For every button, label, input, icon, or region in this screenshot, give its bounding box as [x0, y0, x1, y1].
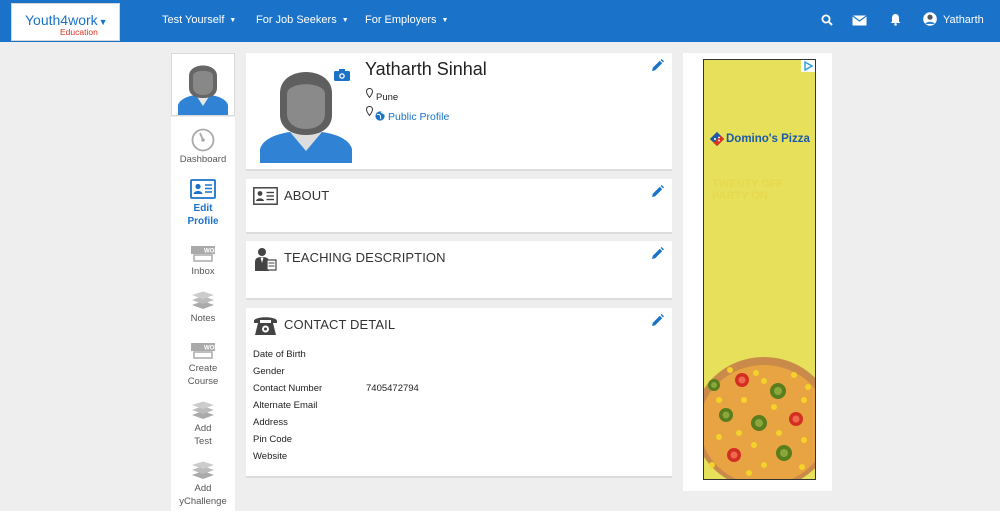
ad-faint-text: TWENTY OFF PARTY ON: [712, 178, 784, 202]
svg-text:WORK: WORK: [204, 249, 217, 255]
ad-brand-text: Domino's Pizza: [726, 133, 810, 145]
profile-name: Yatharth Sinhal: [365, 59, 487, 79]
nav-for-employers-label: For Employers: [365, 14, 437, 26]
profile-card: Yatharth Sinhal Pune Public Profile: [246, 53, 672, 171]
nav-for-job-seekers-label: For Job Seekers: [256, 14, 337, 26]
sidebar-item-label: Add Test: [194, 423, 212, 447]
search-icon[interactable]: [821, 14, 833, 26]
contact-value-number: 7405472794: [366, 383, 419, 394]
user-avatar-icon[interactable]: [923, 12, 937, 26]
map-pin-icon: [365, 87, 374, 99]
contact-label-website: Website: [253, 451, 288, 462]
nav-for-job-seekers[interactable]: For Job Seekers ▼: [256, 14, 349, 26]
dominos-logo-icon: [710, 132, 724, 146]
map-pin-icon: [365, 105, 374, 117]
sidebar-item-create-course[interactable]: WORK Create Course: [171, 341, 235, 388]
nav-test-yourself[interactable]: Test Yourself ▼: [162, 14, 236, 26]
adchoices-icon[interactable]: [801, 60, 815, 72]
ad-banner[interactable]: Domino's Pizza TWENTY OFF PARTY ON: [703, 59, 816, 480]
contact-label-gender: Gender: [253, 366, 285, 377]
sidebar-item-dashboard[interactable]: Dashboard: [171, 128, 235, 167]
top-navbar: Youth4work▼ Education Test Yourself ▼ For…: [0, 0, 1000, 42]
ad-panel: Domino's Pizza TWENTY OFF PARTY ON: [683, 53, 832, 491]
telephone-icon: [254, 317, 277, 335]
id-card-icon: [190, 179, 216, 199]
contact-label-dob: Date of Birth: [253, 349, 306, 360]
contact-label-number: Contact Number: [253, 383, 323, 394]
id-card-icon: [253, 187, 278, 205]
teaching-description-card: TEACHING DESCRIPTION: [246, 241, 672, 300]
public-profile-label: Public Profile: [388, 111, 450, 123]
mail-icon[interactable]: [852, 15, 867, 26]
site-logo[interactable]: Youth4work▼ Education: [11, 3, 120, 41]
caret-down-icon: ▼: [341, 17, 349, 24]
teacher-icon: [255, 248, 277, 271]
sidebar-item-edit-profile[interactable]: Edit Profile: [171, 179, 235, 228]
contact-label-pin-code: Pin Code: [253, 434, 293, 445]
avatar: [178, 65, 228, 115]
contact-detail-title: CONTACT DETAIL: [284, 317, 396, 332]
sidebar-item-add-ychallenge[interactable]: Add yChallenge: [171, 461, 235, 508]
globe-icon: [375, 111, 385, 121]
contact-detail-card: CONTACT DETAIL Date of Birth Gender Cont…: [246, 308, 672, 478]
svg-text:WORK: WORK: [204, 346, 217, 352]
edit-pencil-icon[interactable]: [651, 59, 664, 72]
location-row: Pune: [365, 87, 399, 103]
about-card: ABOUT: [246, 179, 672, 234]
left-sidebar: Dashboard Edit Profile WORK Inbox Notes: [171, 117, 235, 511]
sidebar-item-label: Inbox: [191, 266, 215, 277]
caret-down-icon: ▼: [98, 17, 108, 27]
logo-sub-text: Education: [60, 27, 98, 37]
caret-down-icon: ▼: [229, 17, 237, 24]
pizza-image: [704, 357, 815, 479]
teaching-description-title: TEACHING DESCRIPTION: [284, 250, 446, 265]
sidebar-item-add-test[interactable]: Add Test: [171, 401, 235, 448]
course-icon: WORK: [191, 343, 217, 359]
sidebar-item-label: Dashboard: [179, 154, 227, 165]
sidebar-avatar[interactable]: [171, 53, 235, 116]
sidebar-item-label: Create Course: [187, 363, 219, 387]
books-icon: [192, 461, 214, 479]
camera-icon[interactable]: [334, 69, 350, 81]
books-icon: [192, 401, 214, 419]
contact-label-address: Address: [253, 417, 288, 428]
about-title: ABOUT: [284, 188, 330, 203]
logo-main-text: Youth4work: [25, 12, 98, 28]
sidebar-item-label: Notes: [190, 313, 216, 324]
sidebar-item-notes[interactable]: Notes: [171, 291, 235, 326]
user-menu-name[interactable]: Yatharth: [943, 14, 984, 26]
books-icon: [192, 291, 214, 309]
contact-label-alt-email: Alternate Email: [253, 400, 318, 411]
edit-pencil-icon[interactable]: [651, 247, 664, 260]
bell-icon[interactable]: [890, 13, 901, 26]
sidebar-item-label: Edit Profile: [187, 203, 219, 227]
sidebar-item-inbox[interactable]: WORK Inbox: [171, 244, 235, 279]
inbox-icon: WORK: [191, 246, 217, 262]
nav-for-employers[interactable]: For Employers ▼: [365, 14, 448, 26]
location-text: Pune: [376, 92, 399, 103]
gauge-icon: [191, 128, 215, 152]
nav-test-yourself-label: Test Yourself: [162, 14, 225, 26]
edit-pencil-icon[interactable]: [651, 314, 664, 327]
sidebar-item-label: Add yChallenge: [179, 483, 227, 507]
public-profile-link[interactable]: Public Profile: [365, 105, 450, 123]
edit-pencil-icon[interactable]: [651, 185, 664, 198]
caret-down-icon: ▼: [441, 17, 449, 24]
